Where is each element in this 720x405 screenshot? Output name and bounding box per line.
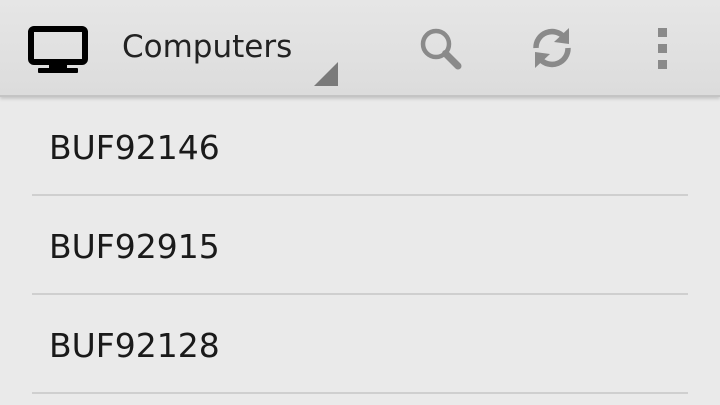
spinner-triangle-icon [314, 62, 338, 86]
computer-list: BUF92146 BUF92915 BUF92128 [0, 97, 720, 394]
refresh-button[interactable] [522, 18, 582, 78]
screen: Computers BUF92146 BUF92915 BUF92128 [0, 0, 720, 405]
nav-title: Computers [122, 29, 293, 65]
monitor-icon[interactable] [28, 26, 88, 74]
navigation-spinner[interactable]: Computers [108, 0, 340, 90]
action-bar: Computers [0, 0, 720, 97]
search-button[interactable] [410, 18, 470, 78]
computer-name: BUF92915 [49, 227, 220, 266]
refresh-icon [533, 28, 571, 68]
overflow-menu-icon [658, 28, 667, 69]
list-item[interactable]: BUF92128 [32, 295, 688, 394]
list-item[interactable]: BUF92915 [32, 196, 688, 295]
computer-name: BUF92128 [49, 326, 220, 365]
computer-name: BUF92146 [49, 128, 220, 167]
search-icon [420, 28, 462, 70]
list-item[interactable]: BUF92146 [32, 97, 688, 196]
overflow-menu-button[interactable] [633, 18, 693, 78]
